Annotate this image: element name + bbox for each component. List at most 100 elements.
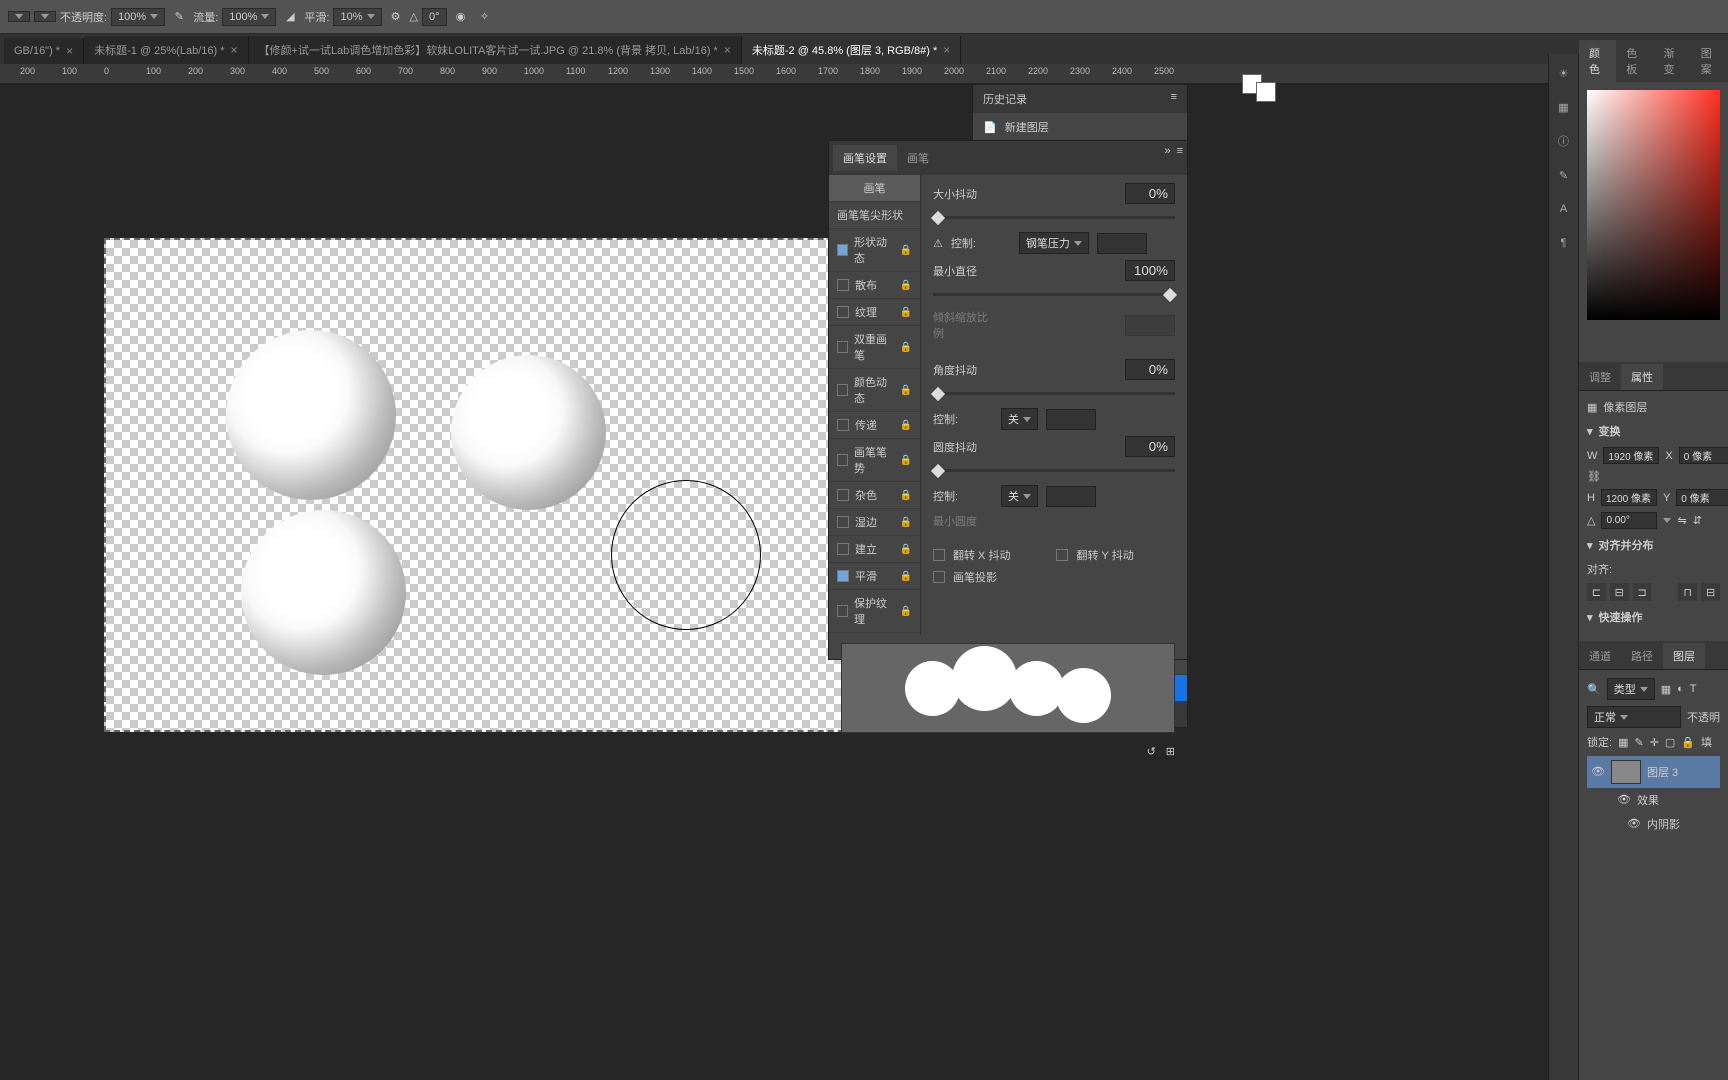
visibility-icon[interactable]: 👁 bbox=[1591, 765, 1605, 779]
gear-icon[interactable]: ⚙ bbox=[386, 7, 406, 27]
option-checkbox[interactable] bbox=[837, 244, 848, 256]
flip-y-checkbox[interactable] bbox=[1056, 549, 1068, 561]
airbrush-icon[interactable]: ◢ bbox=[280, 7, 300, 27]
lock-artboard-icon[interactable]: ▢ bbox=[1665, 736, 1675, 749]
lock-icon[interactable]: 🔒 bbox=[900, 342, 912, 353]
brushes-tab[interactable]: 画笔 bbox=[897, 145, 939, 171]
min-diameter-slider[interactable] bbox=[933, 287, 1175, 303]
smooth-input[interactable]: 10% bbox=[333, 8, 381, 26]
expand-icon[interactable]: ▾ bbox=[1587, 539, 1593, 552]
visibility-icon[interactable]: 👁 bbox=[1627, 817, 1641, 831]
document-tab[interactable]: 【修颜+试一试Lab调色增加色彩】软妹LOLITA客片试一试.JPG @ 21.… bbox=[249, 36, 742, 64]
brush-option-item[interactable]: 平滑🔒 bbox=[829, 563, 920, 590]
expand-icon[interactable]: ▾ bbox=[1587, 611, 1593, 624]
roundness-jitter-slider[interactable] bbox=[933, 463, 1175, 479]
brush-option-item[interactable]: 形状动态🔒 bbox=[829, 229, 920, 272]
option-checkbox[interactable] bbox=[837, 341, 848, 353]
brush-picker-button[interactable]: 画笔 bbox=[829, 175, 920, 202]
option-checkbox[interactable] bbox=[837, 306, 849, 318]
option-checkbox[interactable] bbox=[837, 384, 848, 396]
gradient-tab[interactable]: 渐变 bbox=[1654, 40, 1691, 82]
height-input[interactable] bbox=[1601, 489, 1657, 506]
layer-filter-select[interactable]: 类型 bbox=[1607, 678, 1655, 700]
angle-jitter-slider[interactable] bbox=[933, 386, 1175, 402]
control-extra-input[interactable] bbox=[1046, 409, 1096, 430]
adjust-tab[interactable]: 调整 bbox=[1579, 364, 1621, 390]
lock-all-icon[interactable]: 🔒 bbox=[1681, 736, 1695, 749]
canvas[interactable] bbox=[104, 238, 894, 732]
flow-input[interactable]: 100% bbox=[222, 8, 276, 26]
color-gradient[interactable] bbox=[1587, 90, 1720, 320]
expand-icon[interactable]: ▾ bbox=[1587, 425, 1593, 438]
align-center-h-icon[interactable]: ⊟ bbox=[1610, 583, 1629, 601]
tip-shape-option[interactable]: 画笔笔尖形状 bbox=[829, 202, 920, 229]
layer-effects-item[interactable]: 👁 效果 bbox=[1587, 788, 1720, 812]
visibility-icon[interactable]: 👁 bbox=[1617, 793, 1631, 807]
size-jitter-slider[interactable] bbox=[933, 210, 1175, 226]
align-right-icon[interactable]: ⊐ bbox=[1633, 583, 1652, 601]
properties-tab[interactable]: 属性 bbox=[1621, 364, 1663, 390]
roundness-jitter-input[interactable] bbox=[1125, 436, 1175, 457]
brush-option-item[interactable]: 湿边🔒 bbox=[829, 509, 920, 536]
lock-icon[interactable]: 🔒 bbox=[900, 455, 912, 466]
toggle-preview-icon[interactable]: ↺ bbox=[1147, 745, 1156, 758]
lock-move-icon[interactable]: ✛ bbox=[1650, 736, 1659, 749]
layer-effect-item[interactable]: 👁 内阴影 bbox=[1587, 812, 1720, 836]
histogram-icon[interactable]: ▦ bbox=[1553, 96, 1575, 118]
brush-settings-tab[interactable]: 画笔设置 bbox=[833, 145, 897, 171]
x-input[interactable] bbox=[1679, 447, 1728, 464]
lock-icon[interactable]: 🔒 bbox=[900, 571, 912, 582]
flip-v-icon[interactable]: ⇵ bbox=[1693, 514, 1702, 527]
document-tab[interactable]: GB/16") *× bbox=[4, 38, 84, 64]
chevron-down-icon[interactable] bbox=[1663, 518, 1671, 523]
filter-text-icon[interactable]: T bbox=[1690, 683, 1697, 695]
angle-input[interactable]: 0° bbox=[422, 8, 447, 26]
layer-item[interactable]: 👁 图层 3 bbox=[1587, 756, 1720, 788]
symmetry-icon[interactable]: ✧ bbox=[475, 7, 495, 27]
lock-icon[interactable]: 🔒 bbox=[900, 420, 912, 431]
paragraph-icon[interactable]: ¶ bbox=[1553, 232, 1575, 254]
brush-option-item[interactable]: 双重画笔🔒 bbox=[829, 326, 920, 369]
y-input[interactable] bbox=[1676, 489, 1728, 506]
filter-img-icon[interactable]: ▦ bbox=[1661, 683, 1671, 696]
option-checkbox[interactable] bbox=[837, 570, 849, 582]
brush-option-item[interactable]: 纹理🔒 bbox=[829, 299, 920, 326]
close-icon[interactable]: × bbox=[943, 43, 950, 57]
brush-icon[interactable]: ✎ bbox=[1553, 164, 1575, 186]
color-tab[interactable]: 颜色 bbox=[1579, 40, 1616, 82]
lock-icon[interactable]: 🔒 bbox=[900, 517, 912, 528]
opacity-input[interactable]: 100% bbox=[111, 8, 165, 26]
search-icon[interactable]: 🔍 bbox=[1587, 683, 1601, 696]
lock-icon[interactable]: 🔒 bbox=[900, 385, 912, 396]
option-checkbox[interactable] bbox=[837, 454, 848, 466]
brightness-icon[interactable]: ☀ bbox=[1553, 62, 1575, 84]
layer-thumbnail[interactable] bbox=[1611, 760, 1641, 784]
collapse-icon[interactable]: » bbox=[1164, 145, 1170, 171]
history-item[interactable]: 📄 新建图层 bbox=[973, 113, 1187, 141]
flip-h-icon[interactable]: ⇋ bbox=[1677, 514, 1686, 527]
pattern-tab[interactable]: 图案 bbox=[1691, 40, 1728, 82]
lock-icon[interactable]: 🔒 bbox=[900, 280, 912, 291]
control-select[interactable]: 关 bbox=[1001, 485, 1038, 507]
document-tab[interactable]: 未标题-1 @ 25%(Lab/16) *× bbox=[84, 36, 248, 64]
brush-option-item[interactable]: 保护纹理🔒 bbox=[829, 590, 920, 633]
brush-option-item[interactable]: 散布🔒 bbox=[829, 272, 920, 299]
align-center-v-icon[interactable]: ⊟ bbox=[1701, 583, 1720, 601]
brush-option-item[interactable]: 杂色🔒 bbox=[829, 482, 920, 509]
width-input[interactable] bbox=[1603, 447, 1659, 464]
lock-pixels-icon[interactable]: ▦ bbox=[1618, 736, 1628, 749]
brush-option-item[interactable]: 建立🔒 bbox=[829, 536, 920, 563]
control-select[interactable]: 关 bbox=[1001, 408, 1038, 430]
angle-jitter-input[interactable] bbox=[1125, 359, 1175, 380]
lock-icon[interactable]: 🔒 bbox=[900, 245, 912, 256]
color-picker[interactable] bbox=[1579, 82, 1728, 362]
option-checkbox[interactable] bbox=[837, 279, 849, 291]
size-jitter-input[interactable] bbox=[1125, 183, 1175, 204]
brush-projection-checkbox[interactable] bbox=[933, 571, 945, 583]
brush-mode-dropdown[interactable] bbox=[34, 11, 56, 22]
option-checkbox[interactable] bbox=[837, 516, 849, 528]
brush-preset-dropdown[interactable] bbox=[8, 11, 30, 22]
brush-option-item[interactable]: 画笔笔势🔒 bbox=[829, 439, 920, 482]
flip-x-checkbox[interactable] bbox=[933, 549, 945, 561]
min-diameter-input[interactable] bbox=[1125, 260, 1175, 281]
